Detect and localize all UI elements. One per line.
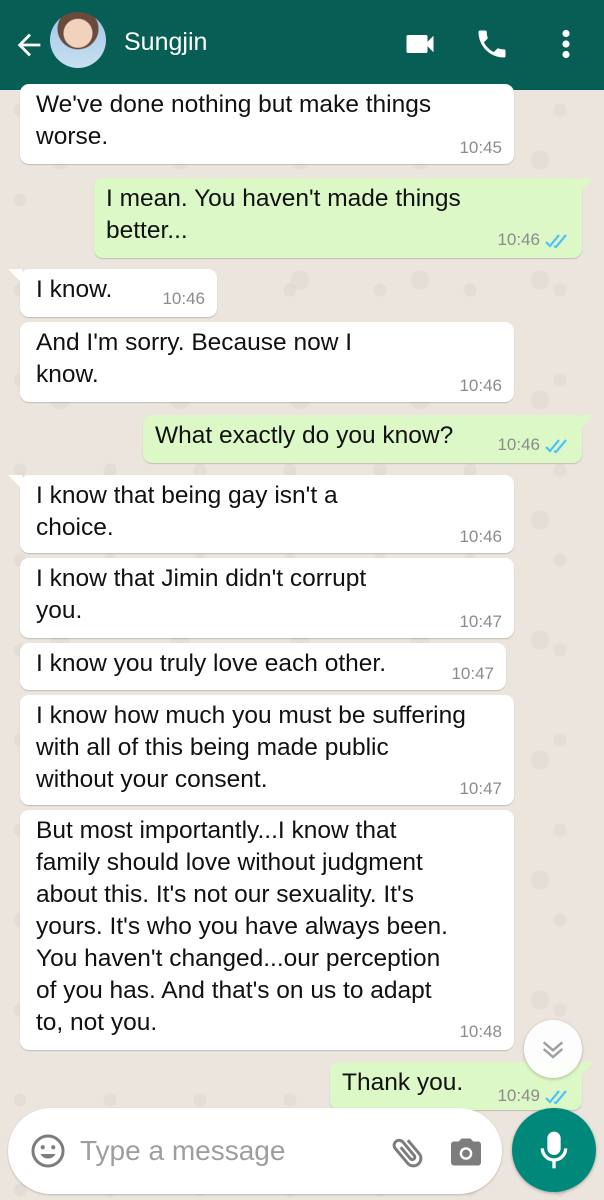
bubble-tail — [580, 415, 594, 429]
message-time: 10:46 — [459, 376, 502, 395]
message-text: But most importantly...I know that famil… — [36, 817, 448, 1036]
message-bubble-incoming[interactable]: We've done nothing but make things worse… — [20, 84, 514, 164]
message-text: We've done nothing but make things worse… — [36, 91, 432, 150]
video-call-icon[interactable] — [402, 26, 438, 62]
message-composer — [8, 1108, 502, 1194]
bubble-tail — [8, 475, 22, 489]
read-ticks-icon — [545, 234, 567, 249]
bubble-tail — [8, 269, 22, 283]
read-ticks-icon — [545, 1090, 567, 1105]
message-text: I know you truly love each other. — [36, 650, 386, 677]
camera-icon[interactable] — [448, 1134, 484, 1170]
message-bubble-incoming[interactable]: I know that Jimin didn't corrupt you. 10… — [20, 558, 514, 638]
bubble-tail — [580, 1062, 594, 1076]
message-time: 10:47 — [459, 779, 502, 798]
message-input[interactable] — [78, 1130, 382, 1172]
attachment-icon[interactable] — [388, 1132, 428, 1172]
voice-message-button[interactable] — [512, 1108, 596, 1192]
message-time: 10:46 — [459, 527, 502, 546]
chevron-down-icon — [542, 1041, 564, 1059]
message-bubble-incoming[interactable]: And I'm sorry. Because now I know. 10:46 — [20, 322, 514, 402]
message-time: 10:49 — [497, 1086, 540, 1105]
message-bubble-incoming[interactable]: I know you truly love each other. 10:47 — [20, 643, 506, 690]
message-time: 10:47 — [459, 612, 502, 631]
more-vert-icon[interactable] — [556, 26, 576, 62]
microphone-icon — [540, 1131, 568, 1169]
phone-icon[interactable] — [474, 26, 510, 62]
bubble-tail — [580, 178, 594, 192]
message-bubble-outgoing[interactable]: I mean. You haven't made things better..… — [94, 178, 594, 258]
message-time: 10:46 — [497, 435, 540, 454]
message-bubble-outgoing[interactable]: What exactly do you know? 10:46 — [143, 415, 594, 463]
message-time: 10:46 — [497, 230, 540, 249]
emoji-icon[interactable] — [30, 1133, 66, 1169]
message-time: 10:46 — [162, 289, 205, 308]
scroll-to-bottom-button[interactable] — [524, 1020, 582, 1078]
message-bubble-incoming[interactable]: I know how much you must be suffering wi… — [20, 695, 514, 805]
message-text: I know how much you must be suffering wi… — [36, 702, 466, 793]
message-time: 10:45 — [459, 138, 502, 157]
contact-name[interactable]: Sungjin — [124, 28, 207, 57]
avatar[interactable] — [50, 12, 106, 68]
message-time: 10:47 — [451, 664, 494, 683]
chat-header: Sungjin — [0, 0, 604, 90]
message-text: I know that Jimin didn't corrupt you. — [36, 565, 367, 624]
message-time: 10:48 — [459, 1022, 502, 1041]
read-ticks-icon — [545, 439, 567, 454]
message-bubble-incoming[interactable]: I know that being gay isn't a choice. 10… — [8, 475, 514, 553]
message-bubble-incoming[interactable]: But most importantly...I know that famil… — [20, 810, 514, 1050]
message-text: I know that being gay isn't a choice. — [36, 482, 338, 541]
back-arrow-icon[interactable] — [12, 28, 46, 62]
message-bubble-incoming[interactable]: I know. 10:46 — [8, 269, 217, 317]
message-text: And I'm sorry. Because now I know. — [36, 329, 353, 388]
